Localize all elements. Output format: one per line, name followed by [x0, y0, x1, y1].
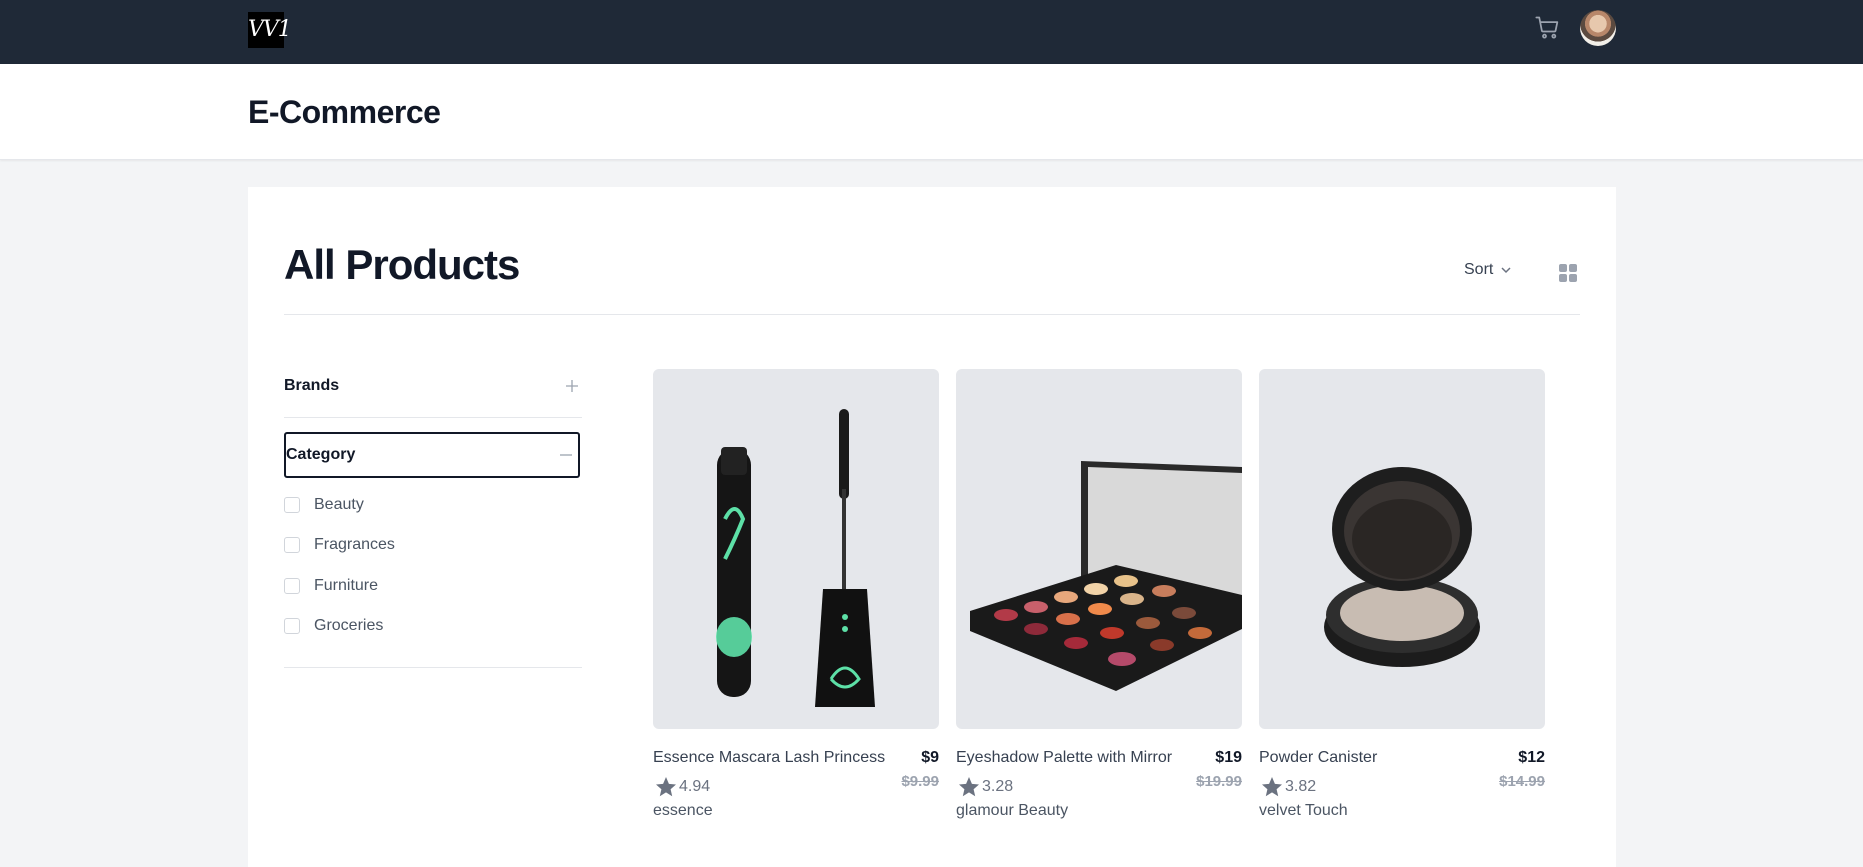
checkbox[interactable]	[284, 497, 300, 513]
grid-view-button[interactable]	[1558, 263, 1578, 283]
product-price: $12	[1518, 749, 1545, 766]
product-image-powder[interactable]	[1259, 369, 1545, 729]
product-image-mascara[interactable]	[653, 369, 939, 729]
checkbox[interactable]	[284, 618, 300, 634]
checkbox[interactable]	[284, 537, 300, 553]
product-brand: essence	[653, 802, 713, 819]
category-option-label: Furniture	[314, 577, 379, 594]
product-old-price: $14.99	[1499, 773, 1545, 790]
rating-value: 3.28	[982, 778, 1014, 795]
category-option-groceries[interactable]: Groceries	[284, 617, 383, 635]
category-option-furniture[interactable]: Furniture	[284, 577, 378, 595]
product-name[interactable]: Eyeshadow Palette with Mirror	[956, 749, 1172, 767]
products-panel: All Products Sort Brands Category Beauty…	[248, 187, 1616, 867]
sort-label: Sort	[1464, 261, 1494, 278]
cart-button[interactable]	[1534, 14, 1562, 42]
category-filter-toggle[interactable]: Category	[284, 432, 580, 478]
top-navbar: VV1	[0, 0, 1863, 64]
product-brand: velvet Touch	[1259, 802, 1348, 819]
product-price: $9	[921, 749, 939, 766]
filter-divider	[284, 667, 582, 668]
brands-filter-label: Brands	[284, 377, 340, 394]
cart-icon	[1535, 16, 1559, 39]
product-card[interactable]: Eyeshadow Palette with Mirror $19 $19.99…	[956, 369, 1242, 819]
product-old-price: $9.99	[901, 773, 939, 790]
brands-filter-toggle[interactable]: Brands	[284, 363, 580, 409]
products-heading: All Products	[284, 241, 520, 288]
rating-value: 4.94	[679, 778, 711, 795]
page-header: E-Commerce	[0, 64, 1863, 160]
minus-icon	[560, 454, 572, 456]
logo[interactable]: VV1	[248, 12, 292, 48]
category-option-label: Groceries	[314, 617, 384, 634]
product-old-price: $19.99	[1196, 773, 1242, 790]
product-image-eyeshadow[interactable]	[956, 369, 1242, 729]
category-option-fragrances[interactable]: Fragrances	[284, 536, 395, 554]
product-name[interactable]: Essence Mascara Lash Princess	[653, 749, 885, 767]
product-price: $19	[1215, 749, 1242, 766]
sort-dropdown[interactable]: Sort	[1464, 261, 1513, 279]
category-option-label: Beauty	[314, 496, 364, 513]
rating-value: 3.82	[1285, 778, 1317, 795]
product-card[interactable]: Powder Canister $12 $14.99 3.82 velvet T…	[1259, 369, 1545, 819]
product-rating: 3.28	[956, 775, 1013, 799]
chevron-down-icon	[1501, 267, 1511, 274]
page-title: E-Commerce	[248, 94, 441, 130]
product-name[interactable]: Powder Canister	[1259, 749, 1377, 767]
checkbox[interactable]	[284, 578, 300, 594]
product-rating: 3.82	[1259, 775, 1316, 799]
user-avatar[interactable]	[1580, 10, 1616, 46]
product-card[interactable]: Essence Mascara Lash Princess $9 $9.99 4…	[653, 369, 939, 819]
category-option-label: Fragrances	[314, 536, 395, 553]
product-rating: 4.94	[653, 775, 710, 799]
star-icon	[959, 777, 979, 797]
category-option-beauty[interactable]: Beauty	[284, 496, 364, 514]
product-brand: glamour Beauty	[956, 802, 1069, 819]
grid-view-icon	[1559, 264, 1577, 282]
filter-divider	[284, 417, 582, 418]
category-filter-label: Category	[286, 446, 356, 463]
header-divider	[284, 314, 1580, 315]
plus-icon	[566, 380, 578, 392]
star-icon	[1262, 777, 1282, 797]
star-icon	[656, 777, 676, 797]
